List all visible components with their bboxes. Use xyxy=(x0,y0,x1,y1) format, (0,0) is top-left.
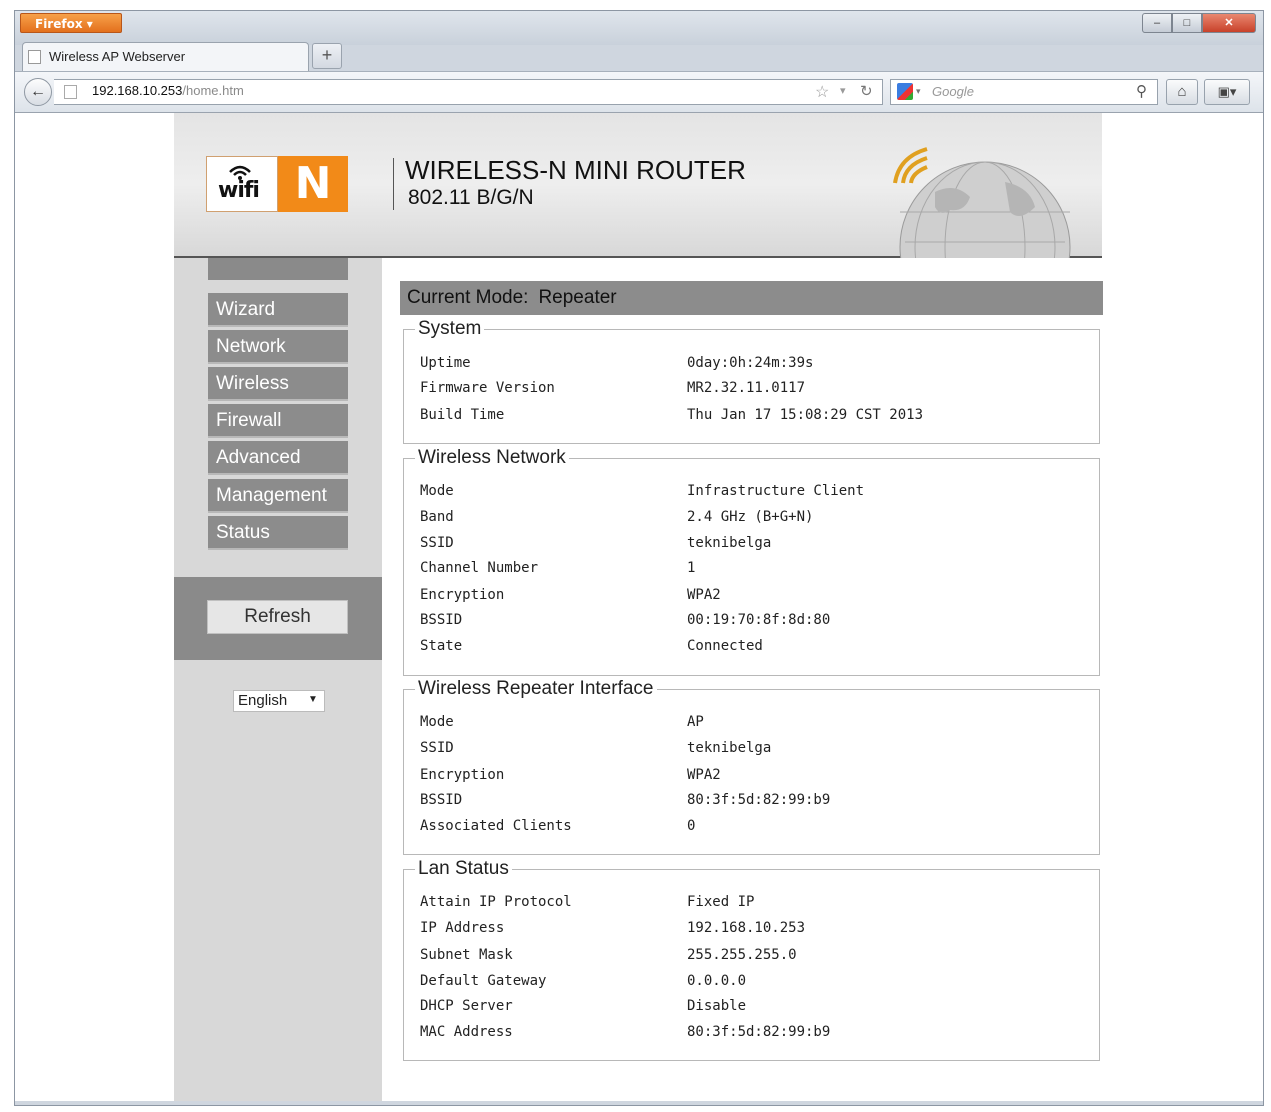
row-value: 1 xyxy=(687,560,696,576)
row-label: BSSID xyxy=(420,792,463,808)
row-label: Build Time xyxy=(420,407,505,423)
page-icon xyxy=(28,50,41,64)
refresh-button[interactable]: Refresh xyxy=(207,600,348,634)
row-label: Mode xyxy=(420,714,454,730)
row-label: State xyxy=(420,638,463,654)
row-value: WPA2 xyxy=(687,587,721,603)
back-arrow-icon: ← xyxy=(30,83,46,100)
wifi-signal-icon xyxy=(229,165,251,180)
row-value: teknibelga xyxy=(687,535,772,551)
menu-item-wireless[interactable]: Wireless xyxy=(208,367,348,401)
row-label: Encryption xyxy=(420,767,505,783)
menu-item-management[interactable]: Management xyxy=(208,479,348,513)
row-label: Encryption xyxy=(420,587,505,603)
bookmarks-menu-button[interactable]: ▣▾ xyxy=(1204,79,1250,105)
bookmarks-icon: ▣▾ xyxy=(1217,84,1237,99)
row-label: SSID xyxy=(420,535,454,551)
row-label: DHCP Server xyxy=(420,998,513,1014)
home-icon: ⌂ xyxy=(1177,83,1187,100)
title-bar xyxy=(15,11,1263,45)
search-engine-icon[interactable] xyxy=(897,83,913,100)
row-label: Subnet Mask xyxy=(420,947,513,963)
back-button[interactable]: ← xyxy=(24,78,52,106)
firefox-menu-button[interactable]: Firefox ▾ xyxy=(20,13,122,33)
row-value: 0 xyxy=(687,818,696,834)
url-text[interactable]: 192.168.10.253/home.htm xyxy=(92,83,244,98)
url-host: 192.168.10.253 xyxy=(92,83,183,98)
reload-icon[interactable]: ↻ xyxy=(860,82,873,100)
language-value: English xyxy=(238,692,288,709)
row-value: Disable xyxy=(687,998,747,1014)
sidebar-top-bar xyxy=(208,258,348,280)
row-value: 2.4 GHz (B+G+N) xyxy=(687,509,814,525)
row-label: Associated Clients xyxy=(420,818,572,834)
row-label: BSSID xyxy=(420,612,463,628)
browser-tab[interactable]: Wireless AP Webserver xyxy=(22,42,309,72)
menu-item-wizard[interactable]: Wizard xyxy=(208,293,348,327)
row-value: WPA2 xyxy=(687,767,721,783)
tab-title: Wireless AP Webserver xyxy=(49,49,186,64)
minimize-button[interactable]: – xyxy=(1142,13,1172,33)
row-value: 0day:0h:24m:39s xyxy=(687,355,814,371)
close-button[interactable]: ✕ xyxy=(1202,13,1256,33)
header-divider xyxy=(393,158,394,210)
row-label: Attain IP Protocol xyxy=(420,894,572,910)
row-label: Mode xyxy=(420,483,454,499)
row-label: Uptime xyxy=(420,355,471,371)
row-value: 00:19:70:8f:8d:80 xyxy=(687,612,831,628)
row-value: MR2.32.11.0117 xyxy=(687,380,806,396)
row-label: Default Gateway xyxy=(420,973,547,989)
section-title: Wireless Repeater Interface xyxy=(415,678,657,700)
row-label: IP Address xyxy=(420,920,505,936)
chevron-down-icon[interactable]: ▼ xyxy=(308,694,318,705)
current-mode-value: Repeater xyxy=(538,287,617,308)
row-label: Band xyxy=(420,509,454,525)
search-icon[interactable]: ⚲ xyxy=(1136,82,1147,100)
row-value: 80:3f:5d:82:99:b9 xyxy=(687,792,831,808)
current-mode-label: Current Mode: xyxy=(407,287,529,308)
row-value: Infrastructure Client xyxy=(687,483,865,499)
search-engine-dropdown-icon[interactable]: ▾ xyxy=(916,86,921,97)
row-value: Connected xyxy=(687,638,763,654)
row-label: Channel Number xyxy=(420,560,539,576)
menu-item-status[interactable]: Status xyxy=(208,516,348,550)
current-mode-bar: Current Mode: Repeater xyxy=(400,281,1103,315)
url-path: /home.htm xyxy=(182,83,244,98)
firefox-menu-label: Firefox xyxy=(35,17,83,31)
search-placeholder: Google xyxy=(932,84,974,99)
section-title: System xyxy=(415,318,485,340)
wifi-logo-text: wifi xyxy=(218,178,260,203)
page-title: WIRELESS-N MINI ROUTER xyxy=(405,155,746,185)
row-label: MAC Address xyxy=(420,1024,513,1040)
new-tab-button[interactable]: + xyxy=(312,43,342,69)
row-label: Firmware Version xyxy=(420,380,555,396)
bookmark-star-icon[interactable]: ☆ xyxy=(815,82,829,102)
history-dropdown-icon[interactable]: ▾ xyxy=(840,84,846,97)
menu-item-network[interactable]: Network xyxy=(208,330,348,364)
home-button[interactable]: ⌂ xyxy=(1166,79,1198,105)
site-identity-icon[interactable] xyxy=(64,85,77,99)
row-value: 0.0.0.0 xyxy=(687,973,747,989)
maximize-button[interactable]: □ xyxy=(1172,13,1202,33)
section-title: Lan Status xyxy=(415,858,512,880)
row-value: 255.255.255.0 xyxy=(687,947,797,963)
n-logo: N xyxy=(278,156,348,212)
row-value: AP xyxy=(687,714,704,730)
signal-arcs-icon xyxy=(893,147,928,184)
search-bar[interactable] xyxy=(890,79,1158,105)
row-value: teknibelga xyxy=(687,740,772,756)
page-subtitle: 802.11 B/G/N xyxy=(408,186,534,209)
row-value: Fixed IP xyxy=(687,894,755,910)
row-value: 192.168.10.253 xyxy=(687,920,806,936)
menu-item-firewall[interactable]: Firewall xyxy=(208,404,348,438)
row-label: SSID xyxy=(420,740,454,756)
row-value: Thu Jan 17 15:08:29 CST 2013 xyxy=(687,407,924,423)
menu-item-advanced[interactable]: Advanced xyxy=(208,441,348,475)
row-value: 80:3f:5d:82:99:b9 xyxy=(687,1024,831,1040)
section-title: Wireless Network xyxy=(415,447,569,469)
